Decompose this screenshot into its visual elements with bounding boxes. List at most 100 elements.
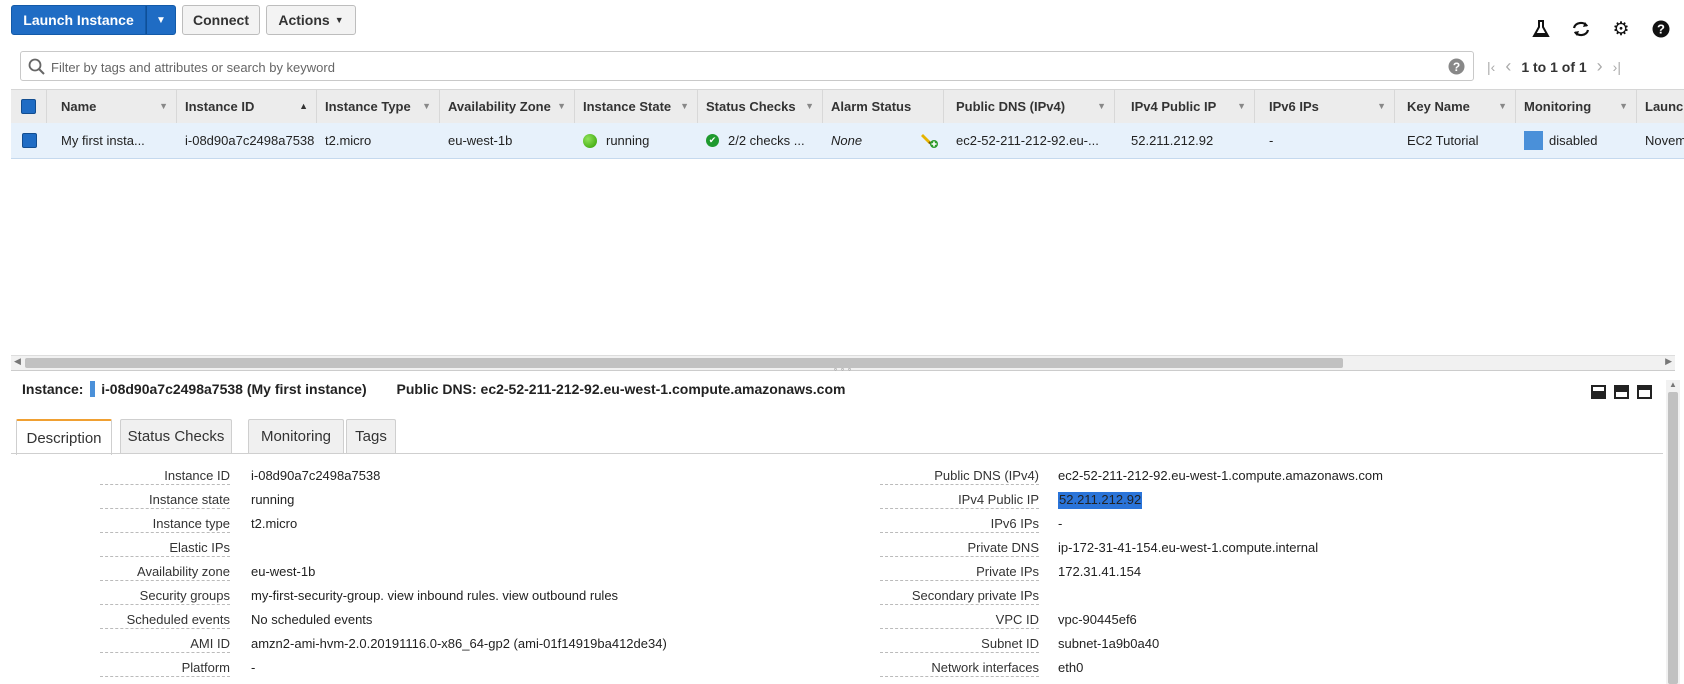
prev-page-icon[interactable]: ‹: [1505, 56, 1511, 77]
field-public-dns: Public DNS (IPv4) ec2-52-211-212-92.eu-we…: [880, 468, 1383, 485]
instance-state-text: running: [606, 133, 650, 148]
column-header-monitoring[interactable]: Monitoring ▼: [1516, 90, 1637, 123]
monitoring-text: disabled: [1549, 133, 1598, 148]
sort-caret-icon: ▼: [1097, 101, 1106, 111]
column-header-alarm-status[interactable]: Alarm Status: [823, 90, 944, 123]
cell-status-checks[interactable]: ✔ 2/2 checks ...: [698, 123, 823, 158]
column-header-launch[interactable]: Launch: [1637, 90, 1684, 123]
gear-icon[interactable]: ⚙: [1610, 18, 1632, 40]
field-key: Instance state: [100, 492, 230, 509]
cell-instance-state: running: [575, 123, 698, 158]
column-header-key-name[interactable]: Key Name ▼: [1395, 90, 1516, 123]
cell-ipv4: 52.211.212.92: [1131, 133, 1214, 148]
alarm-add-icon[interactable]: [921, 131, 939, 152]
sort-caret-icon: ▼: [557, 101, 566, 111]
column-label: Key Name: [1407, 99, 1470, 114]
field-value: t2.micro: [251, 516, 298, 531]
running-status-icon: [583, 133, 597, 148]
pane-layout-icons: [1591, 385, 1652, 399]
tab-monitoring[interactable]: Monitoring: [248, 419, 344, 453]
security-groups-link[interactable]: my-first-security-group. view inbound ru…: [251, 588, 618, 605]
scroll-left-icon[interactable]: ◀: [14, 356, 21, 367]
field-ipv6-ips: IPv6 IPs -: [880, 516, 1062, 533]
layout-bottom-icon[interactable]: [1591, 385, 1606, 399]
refresh-icon[interactable]: [1570, 18, 1592, 40]
ami-id-link[interactable]: amzn2-ami-hvm-2.0.20191116.0-x86_64-gp2 …: [251, 636, 667, 653]
network-interface-link[interactable]: eth0: [1058, 660, 1083, 677]
next-page-icon[interactable]: ›: [1597, 56, 1603, 77]
filter-search-input[interactable]: [49, 56, 1433, 78]
field-scheduled-events: Scheduled events No scheduled events: [100, 612, 372, 629]
select-all-checkbox[interactable]: [21, 99, 36, 114]
subnet-id-link[interactable]: subnet-1a9b0a40: [1058, 636, 1159, 653]
table-row[interactable]: My first insta... i-08d90a7c2498a7538 t2…: [11, 123, 1684, 159]
tab-status-checks[interactable]: Status Checks: [120, 419, 232, 453]
column-header-public-dns[interactable]: Public DNS (IPv4) ▼: [944, 90, 1115, 123]
scroll-up-icon[interactable]: ▲: [1669, 380, 1677, 389]
column-header-status-checks[interactable]: Status Checks ▼: [698, 90, 823, 123]
cell-key-name: EC2 Tutorial: [1407, 133, 1479, 148]
field-ami-id: AMI ID amzn2-ami-hvm-2.0.20191116.0-x86_6…: [100, 636, 667, 653]
first-page-icon[interactable]: |‹: [1487, 59, 1495, 75]
actions-button[interactable]: Actions ▼: [266, 5, 356, 35]
pane-splitter[interactable]: ∘∘∘: [11, 365, 1675, 374]
scheduled-events-link[interactable]: No scheduled events: [251, 612, 372, 629]
column-header-ipv4-public-ip[interactable]: IPv4 Public IP ▼: [1115, 90, 1255, 123]
vpc-id-link[interactable]: vpc-90445ef6: [1058, 612, 1137, 629]
column-label: Status Checks: [706, 99, 796, 114]
field-value: ip-172-31-41-154.eu-west-1.compute.inter…: [1058, 540, 1319, 555]
field-key: Scheduled events: [100, 612, 230, 629]
drag-handle-icon[interactable]: ∘∘∘: [833, 365, 854, 374]
column-label: Instance State: [583, 99, 672, 114]
field-network-interfaces: Network interfaces eth0: [880, 660, 1083, 677]
layout-split-icon[interactable]: [1614, 385, 1629, 399]
field-value: ec2-52-211-212-92.eu-west-1.compute.amaz…: [1058, 468, 1383, 483]
field-value-selected[interactable]: 52.211.212.92: [1058, 492, 1143, 509]
field-value: i-08d90a7c2498a7538: [251, 468, 381, 483]
cell-alarm-status: None: [823, 123, 944, 158]
launch-instance-button[interactable]: Launch Instance: [11, 5, 146, 35]
column-header-instance-state[interactable]: Instance State ▼: [575, 90, 698, 123]
vertical-scrollbar-thumb[interactable]: [1668, 392, 1678, 684]
cell-monitoring: disabled: [1516, 123, 1637, 158]
launch-dropdown-button[interactable]: ▼: [146, 5, 176, 35]
layout-top-icon[interactable]: [1637, 385, 1652, 399]
tab-description[interactable]: Description: [16, 419, 112, 455]
field-key: Secondary private IPs: [880, 588, 1039, 605]
column-header-availability-zone[interactable]: Availability Zone ▼: [440, 90, 575, 123]
alarm-status-text: None: [831, 133, 863, 148]
help-circle-icon[interactable]: ?: [1448, 58, 1465, 75]
column-header-instance-id[interactable]: Instance ID ▲: [177, 90, 317, 123]
public-dns-header-value: ec2-52-211-212-92.eu-west-1.compute.amaz…: [480, 381, 846, 397]
field-security-groups: Security groups my-first-security-group. …: [100, 588, 618, 605]
field-key: Public DNS (IPv4): [880, 468, 1039, 485]
column-header-ipv6-ips[interactable]: IPv6 IPs ▼: [1255, 90, 1395, 123]
toolbar-icons: ⚙ ?: [1530, 18, 1672, 40]
field-key: Instance ID: [100, 468, 230, 485]
column-label: Monitoring: [1524, 99, 1592, 114]
top-toolbar: Launch Instance ▼ Connect Actions ▼ ⚙ ?: [0, 0, 1684, 44]
monitoring-swatch: [1524, 131, 1543, 150]
column-label: Name: [61, 99, 97, 114]
field-value: -: [1058, 516, 1063, 531]
pager-text: 1 to 1 of 1: [1521, 58, 1587, 75]
last-page-icon[interactable]: ›|: [1613, 59, 1621, 75]
field-secondary-private-ips: Secondary private IPs: [880, 588, 1058, 605]
scroll-right-icon[interactable]: ▶: [1665, 356, 1672, 367]
detail-vertical-scrollbar[interactable]: ▲: [1666, 380, 1680, 684]
scrollbar-thumb[interactable]: [25, 358, 1343, 368]
status-checks-text: 2/2 checks ...: [728, 133, 805, 148]
field-ipv4-public-ip: IPv4 Public IP 52.211.212.92: [880, 492, 1143, 509]
row-checkbox[interactable]: [21, 133, 37, 148]
tab-tags[interactable]: Tags: [346, 419, 396, 453]
column-header-name[interactable]: Name ▼: [47, 90, 177, 123]
tabs-divider: [11, 453, 1663, 454]
field-elastic-ips: Elastic IPs: [100, 540, 251, 557]
field-value: eu-west-1b: [251, 564, 316, 579]
field-key: Network interfaces: [880, 660, 1039, 677]
column-label: Availability Zone: [448, 99, 551, 114]
column-header-instance-type[interactable]: Instance Type ▼: [317, 90, 440, 123]
help-icon[interactable]: ?: [1650, 18, 1672, 40]
beaker-icon[interactable]: [1530, 18, 1552, 40]
connect-button[interactable]: Connect: [182, 5, 260, 35]
